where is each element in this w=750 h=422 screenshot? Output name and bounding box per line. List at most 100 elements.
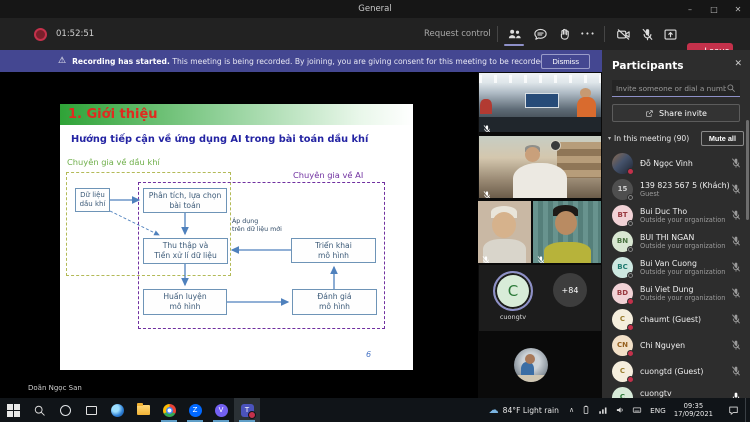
divider	[604, 26, 605, 42]
task-view-button[interactable]	[78, 398, 104, 422]
participant-row[interactable]: Đỗ Ngọc Vinh	[602, 150, 750, 176]
self-video-thumbnail[interactable]	[514, 348, 548, 382]
participant-row[interactable]: CN Chi Nguyen	[602, 332, 750, 358]
participant-row[interactable]: BT Bui Duc Tho Outside your organization	[602, 202, 750, 228]
video-tile-meeting-room[interactable]	[479, 73, 601, 132]
video-tile-participant[interactable]	[478, 201, 531, 263]
video-tile-participant[interactable]	[533, 201, 601, 263]
flow-arrows	[109, 196, 338, 306]
active-speaker-avatar[interactable]: C	[493, 271, 533, 311]
presence-badge	[627, 219, 634, 227]
slide-page-number: 6	[366, 350, 372, 359]
tray-expand-icon[interactable]: ∧	[569, 406, 574, 414]
invite-input[interactable]	[612, 83, 726, 93]
time: 09:35	[683, 401, 704, 410]
panel-close-icon[interactable]: ✕	[734, 59, 742, 69]
mic-off-icon	[732, 210, 740, 220]
folder-icon	[136, 403, 150, 415]
cortana-icon	[59, 404, 71, 416]
edge-button[interactable]	[104, 398, 130, 422]
avatar: CN	[612, 334, 634, 357]
battery-icon[interactable]	[581, 405, 591, 415]
avatar: C	[612, 386, 633, 398]
recording-indicator-icon	[34, 27, 47, 41]
share-screen-button[interactable]	[660, 25, 680, 43]
maximize-button[interactable]: □	[702, 0, 726, 18]
start-button[interactable]	[0, 398, 26, 422]
active-speaker-name: cuongtv	[499, 313, 527, 321]
banner-message: This meeting is being recorded. By joini…	[172, 56, 542, 66]
taskbar-search-button[interactable]	[26, 398, 52, 422]
chrome-button[interactable]	[156, 398, 182, 422]
cortana-button[interactable]	[52, 398, 78, 422]
mic-off-icon	[482, 185, 492, 198]
mic-off-icon	[732, 158, 740, 168]
avatar: 15	[612, 178, 634, 201]
video-tile-participant[interactable]	[479, 136, 601, 198]
participant-row[interactable]: C chaumt (Guest)	[602, 306, 750, 332]
mic-off-icon	[732, 366, 740, 376]
presence-badge	[627, 193, 634, 201]
zalo-icon: Z	[188, 403, 202, 417]
avatar: BT	[612, 204, 634, 227]
request-control-button[interactable]: Request control	[424, 29, 491, 39]
action-center-button[interactable]	[721, 398, 745, 422]
mute-all-button[interactable]: Mute all	[700, 130, 744, 146]
screen-share-stage: 1. Giới thiệu Hướng tiếp cận về ứng dụng…	[0, 72, 478, 398]
avatar	[612, 152, 634, 175]
close-button[interactable]: ✕	[726, 0, 750, 18]
share-invite-icon	[646, 109, 653, 117]
chat-button[interactable]	[530, 25, 550, 43]
weather-widget[interactable]: ☁ 84°F Light rain	[489, 405, 559, 416]
participant-row[interactable]: BN BUI THI NGAN Outside your organization	[602, 228, 750, 254]
flow-box-deploy: Triển khai mô hình	[291, 238, 376, 263]
speaker-icon[interactable]	[615, 405, 625, 415]
zalo-button[interactable]: Z	[182, 398, 208, 422]
network-icon[interactable]	[598, 405, 608, 415]
minimize-button[interactable]: –	[678, 0, 702, 18]
share-invite-button[interactable]: Share invite	[612, 104, 740, 122]
chevron-down-icon[interactable]: ▾	[608, 135, 611, 142]
dismiss-button[interactable]: Dismiss	[541, 53, 590, 69]
participant-row[interactable]: C cuongtvOutside your organization	[602, 384, 750, 398]
participants-list: Đỗ Ngọc Vinh 15 139 823 567 5 (Khách) (G…	[602, 150, 750, 398]
mic-off-button[interactable]	[637, 25, 657, 43]
window-titlebar: General – □ ✕	[0, 0, 750, 18]
date: 17/09/2021	[673, 410, 713, 418]
divider	[497, 26, 498, 42]
flow-box-data: Dữ liệu dầu khí	[75, 188, 110, 212]
raise-hand-button[interactable]	[554, 25, 574, 43]
file-explorer-button[interactable]	[130, 398, 156, 422]
participant-row[interactable]: 15 139 823 567 5 (Khách) (Guest)Guest	[602, 176, 750, 202]
more-options-button[interactable]: •••	[578, 25, 598, 43]
mic-off-icon	[732, 184, 740, 194]
avatar: BD	[612, 282, 634, 305]
weather-text: 84°F Light rain	[502, 405, 559, 415]
presence-badge	[627, 375, 634, 383]
presence-badge	[627, 323, 634, 331]
presence-badge	[627, 245, 634, 253]
scrollbar[interactable]	[746, 120, 749, 220]
participant-row[interactable]: BD Bui Viet Dung Outside your organizatio…	[602, 280, 750, 306]
show-desktop-button[interactable]	[745, 398, 750, 422]
overflow-participants-badge[interactable]: +84	[553, 273, 587, 307]
presence-badge	[627, 167, 634, 175]
presence-badge	[627, 297, 634, 305]
viber-button[interactable]: V	[208, 398, 234, 422]
edge-icon	[110, 403, 124, 417]
search-icon	[34, 405, 45, 416]
participants-toggle-button[interactable]	[504, 25, 524, 43]
language-indicator[interactable]: ENG	[650, 406, 666, 415]
participant-row[interactable]: BC Bui Van Cuong Outside your organizatio…	[602, 254, 750, 280]
avatar: C	[612, 360, 634, 383]
invite-field-wrap	[612, 80, 740, 97]
meeting-timer: 01:52:51	[56, 29, 95, 39]
participant-row[interactable]: C cuongtd (Guest)	[602, 358, 750, 384]
camera-off-button[interactable]	[613, 25, 633, 43]
windows-logo-icon	[6, 403, 20, 417]
teams-button[interactable]: T	[234, 398, 260, 422]
keyboard-icon[interactable]	[632, 405, 642, 415]
taskbar-clock[interactable]: 09:35 17/09/2021	[674, 402, 713, 419]
viber-icon: V	[214, 403, 228, 417]
in-meeting-count: In this meeting (90)	[614, 133, 690, 143]
